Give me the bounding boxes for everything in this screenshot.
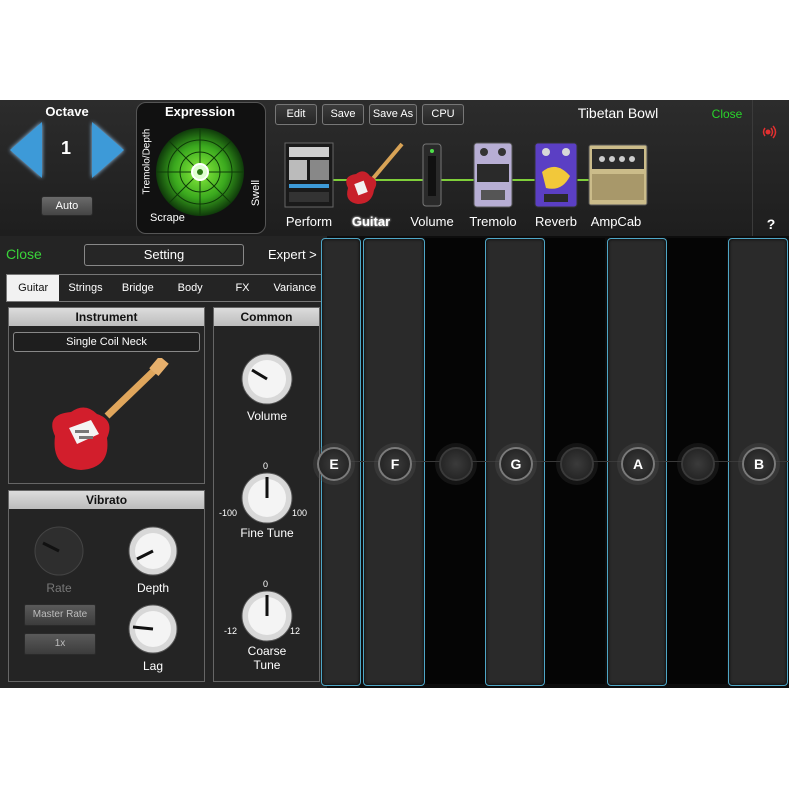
save-button[interactable]: Save [322,104,364,125]
tab-bridge[interactable]: Bridge [112,275,164,301]
tab-strings[interactable]: Strings [59,275,111,301]
lag-knob[interactable] [127,603,179,655]
vibrato-title: Vibrato [9,491,204,509]
coarse-tune-mid: 0 [263,579,269,589]
guitar-image [52,358,169,470]
fine-tune-max: 100 [292,508,308,518]
auto-button[interactable]: Auto [41,196,93,216]
note-e[interactable]: E [317,447,351,481]
audio-wave-icon[interactable] [761,124,779,140]
expression-left-label: Tremolo/Depth [141,128,153,195]
coarse-tune-max: 12 [290,626,301,636]
master-rate-button[interactable]: Master Rate [24,604,96,626]
rate-label: Rate [46,581,72,595]
coarse-tune-min: -12 [224,626,238,636]
vibrato-box: Vibrato Rate Depth Master Rate 1x Lag [8,490,205,682]
note-sharp-faint[interactable] [560,447,594,481]
instrument-title: Instrument [9,308,204,326]
depth-knob[interactable] [127,525,179,577]
help-button[interactable]: ? [762,216,780,232]
expert-button[interactable]: Expert > [268,247,317,262]
tab-bar: Guitar Strings Bridge Body FX Variance [6,274,322,302]
guitar-icon[interactable] [340,140,404,210]
volume-knob[interactable] [240,352,294,406]
depth-label: Depth [136,581,170,595]
octave-up-arrow-icon[interactable] [92,122,124,178]
chain-label-ampcab[interactable]: AmpCab [581,214,651,229]
chain-label-perform[interactable]: Perform [274,214,344,229]
fine-tune-min: -100 [219,508,238,518]
chain-label-tremolo[interactable]: Tremolo [458,214,528,229]
tremolo-pedal-icon[interactable] [473,142,513,208]
note-a[interactable]: A [621,447,655,481]
preset-name: Tibetan Bowl [577,105,659,121]
cpu-button[interactable]: CPU [422,104,464,125]
edit-button[interactable]: Edit [275,104,317,125]
instrument-box: Instrument Single Coil Neck [8,307,205,484]
tab-fx[interactable]: FX [216,275,268,301]
panel-close-button[interactable]: Close [6,246,42,262]
app-window: Octave 1 Auto Expression Tremolo/Depth S… [0,100,789,688]
tab-guitar[interactable]: Guitar [7,275,60,301]
coarse-tune-knob[interactable] [240,589,294,643]
note-g[interactable]: G [499,447,533,481]
expression-pad[interactable] [150,122,250,222]
perform-screen-icon[interactable] [284,142,334,208]
fine-tune-label: Fine Tune [240,526,294,540]
note-b[interactable]: B [742,447,776,481]
coarse-tune-label-2: Tune [253,658,281,672]
fine-tune-knob[interactable] [240,471,294,525]
instrument-select[interactable]: Single Coil Neck [13,332,200,352]
note-strings-area: E F G A B [317,236,789,688]
common-box: Common Volume 0 -100 100 Fine Tune 0 -12… [213,307,320,682]
settings-panel: Close Setting Expert > Guitar Strings Br… [0,236,327,688]
amp-icon[interactable] [588,144,648,206]
common-title: Common [214,308,319,326]
save-as-button[interactable]: Save As [369,104,417,125]
setting-title[interactable]: Setting [84,244,244,266]
octave-title: Octave [45,104,89,119]
fine-tune-mid: 0 [263,461,269,471]
expression-right-label: Swell [250,179,262,207]
expression-title: Expression [164,104,236,119]
note-sharp-faint[interactable] [439,447,473,481]
rate-knob[interactable] [33,525,85,577]
volume-label: Volume [246,409,288,423]
octave-value: 1 [60,138,71,158]
tab-variance[interactable]: Variance [269,275,321,301]
reverb-pedal-icon[interactable] [534,142,578,208]
note-sharp-faint[interactable] [681,447,715,481]
close-button[interactable]: Close [706,107,748,121]
volume-pedal-icon[interactable] [421,142,443,208]
chain-label-volume[interactable]: Volume [397,214,467,229]
expression-bottom-label: Scrape [150,212,185,224]
rate-multiplier-button[interactable]: 1x [24,633,96,655]
top-bar: Octave 1 Auto Expression Tremolo/Depth S… [0,100,789,237]
divider [752,100,753,236]
tab-body[interactable]: Body [164,275,216,301]
note-f[interactable]: F [378,447,412,481]
lag-label: Lag [142,659,164,673]
octave-down-arrow-icon[interactable] [10,122,42,178]
coarse-tune-label-1: Coarse [247,644,287,658]
chain-label-guitar[interactable]: Guitar [336,214,406,229]
